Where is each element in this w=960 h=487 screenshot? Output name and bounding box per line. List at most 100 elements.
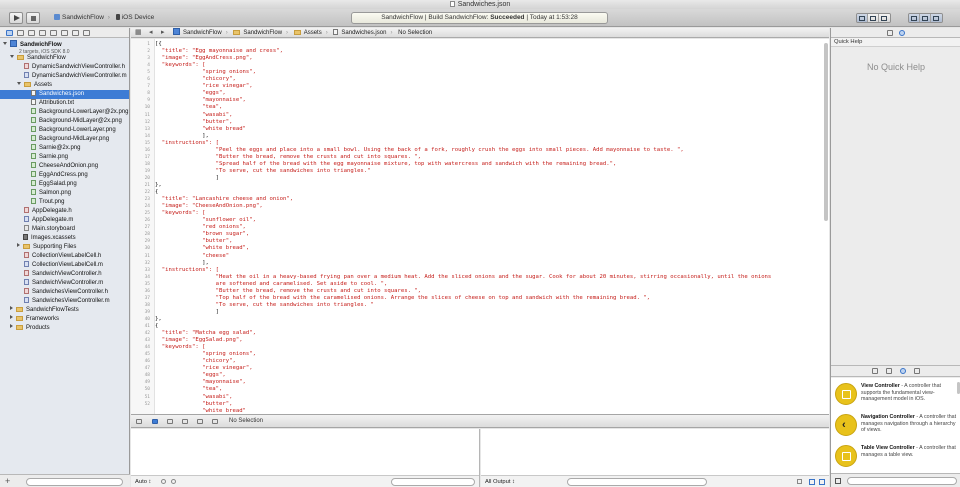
show-console-icon[interactable] (819, 479, 825, 485)
tree-item-group[interactable]: SandwichFlow (0, 54, 129, 63)
standard-editor-button[interactable] (857, 14, 868, 22)
related-items-icon[interactable]: ▦ (135, 28, 142, 38)
symbol-navigator-tab-icon[interactable] (17, 29, 24, 36)
console-output-selector[interactable]: All Output ↕ (485, 476, 515, 487)
tree-item-file[interactable]: Background-LowerLayer.png (0, 126, 129, 135)
step-in-icon[interactable] (197, 419, 203, 424)
code-area[interactable]: [{ "title": "Egg mayonnaise and cress", … (155, 39, 823, 414)
object-library-icon[interactable] (900, 368, 906, 374)
tree-item-group[interactable]: Products (0, 324, 129, 333)
toggle-navigator-button[interactable] (909, 14, 920, 22)
tree-item-project[interactable]: SandwichFlow 2 targets, iOS SDK 8.0 (0, 40, 129, 55)
grid-view-icon[interactable] (835, 478, 841, 484)
run-button[interactable] (9, 12, 23, 24)
source-file-icon (24, 297, 29, 303)
library-filter-input[interactable] (847, 477, 957, 485)
code-line: "image": "CheeseAndOnion.png", (155, 203, 263, 210)
tree-item-file[interactable]: SandwichViewController.h (0, 270, 129, 279)
console-filter-input[interactable] (567, 478, 707, 486)
pause-icon[interactable] (167, 419, 173, 424)
library-item-table-view-controller[interactable]: Table View Controller - A controller tha… (831, 440, 960, 470)
report-navigator-tab-icon[interactable] (83, 29, 90, 36)
tree-item-file[interactable]: Sarnie@2x.png (0, 144, 129, 153)
folder-icon (16, 316, 23, 321)
console-view[interactable]: All Output ↕ (481, 429, 829, 487)
toggle-utilities-button[interactable] (931, 14, 942, 22)
tree-item-file[interactable]: CollectionViewLabelCell.m (0, 261, 129, 270)
tree-item-file[interactable]: AppDelegate.h (0, 207, 129, 216)
trash-icon[interactable] (797, 479, 802, 484)
code-line: "spring onions", (155, 69, 257, 76)
tree-item-file[interactable]: DynamicSandwichViewController.m (0, 72, 129, 81)
eye-icon[interactable] (171, 479, 176, 484)
breakpoints-toggle-icon[interactable] (152, 419, 158, 424)
tree-item-group[interactable]: Frameworks (0, 315, 129, 324)
scheme-selector[interactable]: SandwichFlow › iOS Device (52, 13, 154, 23)
tree-item-file[interactable]: EggAndCress.png (0, 171, 129, 180)
tree-item-file[interactable]: Attribution.txt (0, 99, 129, 108)
variables-view[interactable]: Auto ↕ (131, 429, 480, 487)
tree-item-file[interactable]: SandwichesViewController.h (0, 288, 129, 297)
file-template-library-icon[interactable] (872, 368, 878, 374)
breadcrumb-assets[interactable]: Assets › (293, 28, 328, 38)
stop-button[interactable] (26, 12, 40, 24)
step-over-icon[interactable] (182, 419, 188, 424)
test-navigator-tab-icon[interactable] (50, 29, 57, 36)
debug-navigator-tab-icon[interactable] (61, 29, 68, 36)
tree-item-file[interactable]: Main.storyboard (0, 225, 129, 234)
tree-item-file[interactable]: Background-MidLayer@2x.png (0, 117, 129, 126)
tree-item-file[interactable]: DynamicSandwichViewController.h (0, 63, 129, 72)
variables-scope-selector[interactable]: Auto ↕ (135, 476, 151, 487)
tree-item-file[interactable]: Images.xcassets (0, 234, 129, 243)
version-editor-button[interactable] (879, 14, 890, 22)
debug-panel-icon (922, 16, 928, 21)
breadcrumb-group[interactable]: SandwichFlow › (233, 28, 288, 38)
tree-item-file[interactable]: Salmon.png (0, 189, 129, 198)
tree-item-file[interactable]: SandwichesViewController.m (0, 297, 129, 306)
tree-item-file[interactable]: Background-MidLayer.png (0, 135, 129, 144)
variables-filter-input[interactable] (391, 478, 475, 486)
tree-item-group[interactable]: SandwichFlowTests (0, 306, 129, 315)
file-inspector-icon[interactable] (886, 29, 893, 36)
line-number: 26 (144, 218, 150, 224)
editor-scrollbar[interactable] (824, 43, 828, 221)
hide-debug-area-icon[interactable] (136, 419, 142, 424)
tree-item-file[interactable]: Background-LowerLayer@2x.png (0, 108, 129, 117)
tree-item-file[interactable]: EggSalad.png (0, 180, 129, 189)
back-arrow-icon[interactable]: ◂ (149, 28, 153, 38)
library-item-navigation-controller[interactable]: ‹ Navigation Controller - A controller t… (831, 409, 960, 439)
tree-item-file-selected[interactable]: Sandwiches.json (0, 90, 129, 99)
breakpoint-navigator-tab-icon[interactable] (72, 29, 79, 36)
media-library-icon[interactable] (914, 368, 920, 374)
code-snippet-library-icon[interactable] (886, 368, 892, 374)
tree-item-group[interactable]: Assets (0, 81, 129, 90)
tree-item-file[interactable]: CheeseAndOnion.png (0, 162, 129, 171)
tree-item-file[interactable]: Sarnie.png (0, 153, 129, 162)
add-file-icon[interactable]: + (5, 476, 10, 486)
tree-item-file[interactable]: SandwichViewController.m (0, 279, 129, 288)
tree-item-file[interactable]: CollectionViewLabelCell.h (0, 252, 129, 261)
tree-item-file[interactable]: AppDelegate.m (0, 216, 129, 225)
project-navigator-tab-icon[interactable] (6, 29, 13, 36)
step-out-icon[interactable] (212, 419, 218, 424)
toggle-debug-area-button[interactable] (920, 14, 931, 22)
breadcrumb-project[interactable]: SandwichFlow › (173, 28, 228, 38)
code-line: "white bread" (155, 407, 246, 414)
find-navigator-tab-icon[interactable] (28, 29, 35, 36)
tree-item-group[interactable]: Supporting Files (0, 243, 129, 252)
quick-help-inspector-icon[interactable] (898, 29, 905, 36)
breadcrumb-selection[interactable]: No Selection (398, 28, 432, 38)
assistant-editor-button[interactable] (868, 14, 879, 22)
navigator-filter-input[interactable] (26, 478, 123, 486)
breadcrumb-file[interactable]: Sandwiches.json › (333, 28, 392, 38)
device-name: iOS Device (121, 14, 155, 21)
info-icon[interactable] (161, 479, 166, 484)
show-variables-icon[interactable] (809, 479, 815, 485)
forward-arrow-icon[interactable]: ▸ (161, 28, 165, 38)
library-item-view-controller[interactable]: View Controller - A controller that supp… (831, 378, 960, 408)
source-editor[interactable]: 1 2 3 4 5 6 7 8 9 10 11 12 13 14 15 16 17 18 19 20 21 22 23 24 2… (131, 39, 829, 414)
tree-item-file[interactable]: Trout.png (0, 198, 129, 207)
line-number: 44 (144, 345, 150, 351)
disclosure-triangle-icon (10, 315, 13, 319)
issue-navigator-tab-icon[interactable] (39, 29, 46, 36)
